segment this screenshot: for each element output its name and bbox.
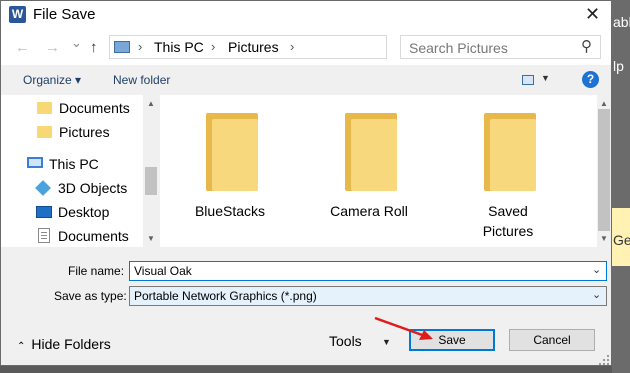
window-title: File Save — [33, 6, 96, 23]
annotation-arrow-icon — [374, 316, 433, 340]
file-name-label: File name: — [68, 264, 125, 278]
scroll-up-icon[interactable]: ▲ — [600, 99, 608, 108]
word-icon: W — [9, 6, 26, 23]
breadcrumb-pictures[interactable]: Pictures — [228, 39, 279, 55]
recent-locations-icon[interactable]: ⌄ — [71, 35, 82, 51]
title-bar[interactable]: W File Save ✕ — [1, 1, 611, 31]
sidebar-item-pictures[interactable]: Pictures — [37, 122, 143, 144]
sidebar-item-desktop[interactable]: Desktop — [36, 202, 143, 224]
folder-icon — [37, 126, 52, 138]
button-bar: ⌃ Hide Folders Tools ▼ Save Cancel — [1, 313, 611, 365]
navigation-pane: Documents Pictures This PC 3D Objects De… — [1, 95, 143, 247]
bg-text-2: lp — [613, 58, 624, 74]
caret-up-icon: ⌃ — [17, 341, 26, 352]
bg-text-3: Get — [613, 232, 630, 248]
scrollbar-thumb[interactable] — [145, 167, 157, 195]
file-name: BlueStacks — [194, 203, 266, 219]
folder-icon — [206, 113, 258, 191]
sidebar-item-label: Documents — [58, 228, 129, 244]
tools-button[interactable]: Tools — [329, 333, 362, 349]
hide-folders-button[interactable]: ⌃ Hide Folders — [17, 336, 111, 352]
desktop-icon — [36, 206, 52, 218]
file-item-saved-pictures[interactable]: Saved Pictures — [448, 95, 568, 245]
search-box[interactable]: ⚲ — [400, 35, 601, 59]
breadcrumb-separator-icon: › — [138, 39, 143, 54]
sidebar-item-3d-objects[interactable]: 3D Objects — [35, 178, 143, 200]
file-item-bluestacks[interactable]: BlueStacks — [170, 95, 290, 245]
save-as-type-select[interactable]: Portable Network Graphics (*.png) ⌄ — [129, 286, 607, 306]
view-dropdown-icon[interactable]: ▼ — [541, 73, 550, 83]
scroll-down-icon[interactable]: ▼ — [600, 234, 608, 243]
command-bar: Organize ▾ New folder ▼ ? — [1, 65, 611, 95]
folder-icon — [484, 113, 536, 191]
breadcrumb-separator-icon: › — [211, 39, 216, 54]
sidebar-item-documents[interactable]: Documents — [37, 98, 143, 120]
file-save-dialog: W File Save ✕ ← → ⌄ ↑ › This PC › Pictur… — [0, 0, 612, 366]
new-folder-button[interactable]: New folder — [113, 73, 170, 87]
sidebar-item-label: Pictures — [59, 124, 110, 140]
address-bar[interactable]: › This PC › Pictures › ⌄ ↻ — [109, 35, 492, 59]
folder-icon — [345, 113, 397, 191]
help-icon[interactable]: ? — [582, 71, 599, 88]
sidebar-item-label: 3D Objects — [58, 180, 128, 196]
sidebar-item-label: This PC — [49, 156, 99, 172]
search-icon[interactable]: ⚲ — [581, 37, 592, 55]
file-name: Camera Roll — [330, 203, 408, 219]
save-as-type-value: Portable Network Graphics (*.png) — [134, 289, 317, 303]
view-options-icon[interactable] — [522, 75, 534, 85]
bg-text-1: abl — [613, 14, 630, 30]
scroll-down-icon[interactable]: ▼ — [147, 234, 155, 243]
this-pc-icon — [114, 41, 130, 53]
cube-icon — [35, 180, 51, 196]
sidebar-item-this-pc[interactable]: This PC — [27, 154, 143, 176]
back-arrow-icon[interactable]: ← — [15, 39, 30, 56]
chevron-down-icon[interactable]: ⌄ — [592, 263, 601, 276]
background-app: abl lp Get — [612, 0, 630, 373]
file-item-camera-roll[interactable]: Camera Roll — [309, 95, 429, 245]
file-name-input[interactable] — [134, 264, 574, 278]
sidebar-item-label: Documents — [59, 100, 130, 116]
cancel-button[interactable]: Cancel — [509, 329, 595, 351]
forward-arrow-icon[interactable]: → — [45, 39, 60, 56]
resize-grip-icon[interactable] — [599, 355, 609, 365]
close-icon[interactable]: ✕ — [585, 4, 600, 25]
breadcrumb-separator-icon[interactable]: › — [290, 39, 294, 54]
organize-button[interactable]: Organize ▾ — [23, 73, 81, 87]
document-icon — [38, 228, 50, 243]
save-as-type-label: Save as type: — [54, 289, 127, 303]
folder-icon — [37, 102, 52, 114]
computer-icon — [27, 157, 43, 168]
file-name-field[interactable]: ⌄ — [129, 261, 607, 281]
up-arrow-icon[interactable]: ↑ — [90, 39, 98, 56]
file-list: BlueStacks Camera Roll Saved Pictures — [160, 95, 597, 247]
file-name: Saved Pictures — [482, 203, 534, 239]
sidebar-item-label: Desktop — [58, 204, 110, 220]
sidebar-item-documents-pc[interactable]: Documents — [36, 226, 143, 247]
breadcrumb-this-pc[interactable]: This PC — [154, 39, 204, 55]
search-input[interactable] — [409, 40, 574, 56]
scroll-up-icon[interactable]: ▲ — [147, 99, 155, 108]
scrollbar-thumb[interactable] — [598, 109, 610, 231]
sidebar-scrollbar[interactable]: ▲ ▼ — [143, 95, 159, 247]
hide-folders-label: Hide Folders — [31, 336, 111, 352]
chevron-down-icon[interactable]: ⌄ — [592, 288, 601, 301]
file-list-scrollbar[interactable]: ▲ ▼ — [597, 95, 611, 247]
